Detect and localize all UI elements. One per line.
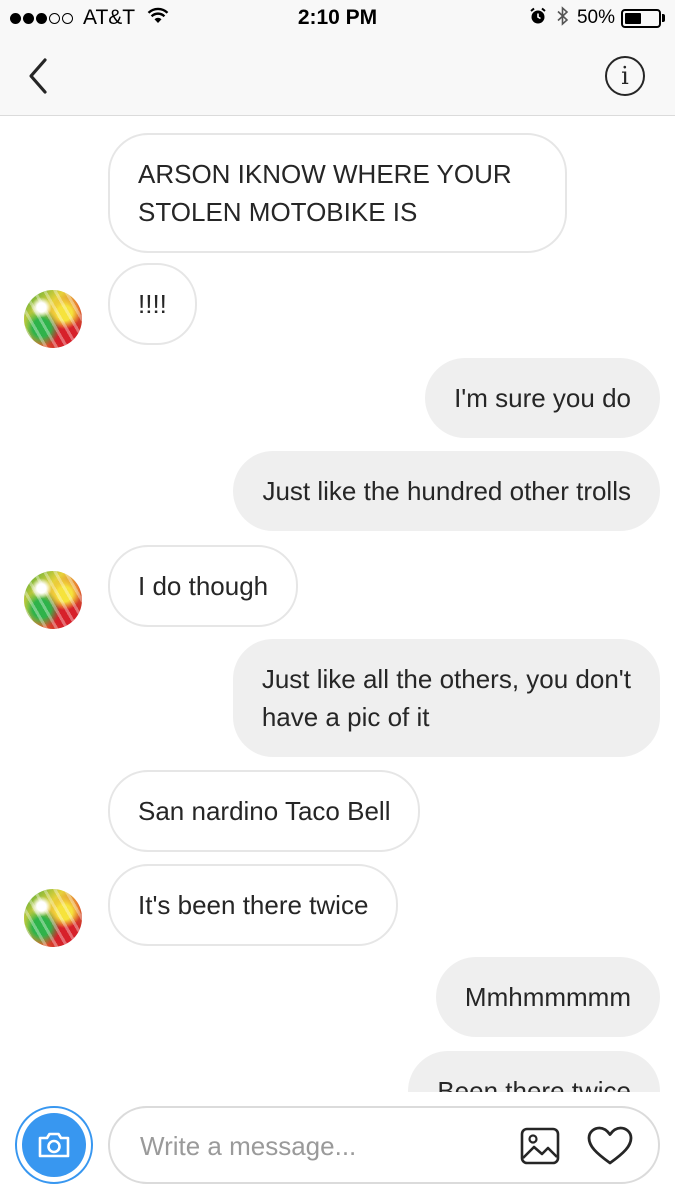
avatar[interactable]: [24, 889, 82, 947]
message-text-line: STOLEN MOTOBIKE IS: [138, 197, 418, 227]
message-text: !!!!: [138, 289, 167, 319]
message-bubble-incoming[interactable]: ARSON IKNOW WHERE YOUR STOLEN MOTOBIKE I…: [108, 133, 567, 253]
avatar[interactable]: [24, 290, 82, 348]
heart-icon: [587, 1126, 633, 1165]
battery-fill: [625, 12, 641, 24]
message-bubble-outgoing[interactable]: Been there twice: [408, 1051, 660, 1092]
camera-icon: [38, 1132, 70, 1158]
message-bubble-outgoing[interactable]: Just like all the others, you don't have…: [232, 639, 660, 757]
status-bar: AT&T 2:10 PM 50%: [0, 0, 675, 38]
battery-nub: [662, 14, 665, 22]
message-bubble-outgoing[interactable]: I'm sure you do: [425, 358, 660, 438]
message-input[interactable]: [138, 1126, 478, 1166]
camera-button-fill: [22, 1113, 86, 1177]
message-bubble-outgoing[interactable]: Mmhmmmmm: [435, 957, 660, 1037]
gallery-button[interactable]: [518, 1125, 562, 1167]
info-button[interactable]: i: [605, 56, 645, 96]
chevron-left-icon: [29, 58, 47, 94]
message-text: Just like the hundred other trolls: [262, 476, 631, 506]
alarm-icon: [529, 7, 547, 30]
back-button[interactable]: [18, 56, 58, 96]
message-text: San nardino Taco Bell: [138, 796, 391, 826]
battery-icon: [621, 8, 661, 28]
message-bubble-incoming[interactable]: It's been there twice: [108, 864, 399, 946]
message-text: Been there twice: [437, 1076, 631, 1092]
message-text-line: ARSON IKNOW WHERE YOUR: [138, 159, 512, 189]
message-bubble-incoming[interactable]: !!!!: [108, 263, 197, 345]
message-text: It's been there twice: [138, 890, 369, 920]
message-text: I'm sure you do: [454, 383, 631, 413]
image-icon: [520, 1127, 560, 1165]
avatar[interactable]: [24, 571, 82, 629]
message-text: I do though: [138, 571, 269, 601]
message-bubble-outgoing[interactable]: Just like the hundred other trolls: [233, 451, 660, 531]
message-field[interactable]: [108, 1106, 660, 1184]
composer-bar: [0, 1092, 675, 1200]
battery-percent: 50%: [576, 7, 615, 28]
status-right-group: 50%: [529, 5, 665, 31]
message-bubble-incoming[interactable]: I do though: [108, 545, 299, 627]
like-button[interactable]: [586, 1125, 634, 1167]
bluetooth-icon: [557, 5, 569, 31]
message-text: Mmhmmmmm: [464, 982, 631, 1012]
message-text-line: Just like all the others, you don't: [261, 664, 631, 694]
nav-bar: i: [0, 38, 675, 116]
camera-button[interactable]: [15, 1106, 93, 1184]
message-thread[interactable]: ARSON IKNOW WHERE YOUR STOLEN MOTOBIKE I…: [0, 116, 675, 1092]
message-bubble-incoming[interactable]: San nardino Taco Bell: [108, 770, 421, 852]
info-icon: i: [621, 62, 629, 90]
message-text-line: have a pic of it: [261, 702, 430, 732]
